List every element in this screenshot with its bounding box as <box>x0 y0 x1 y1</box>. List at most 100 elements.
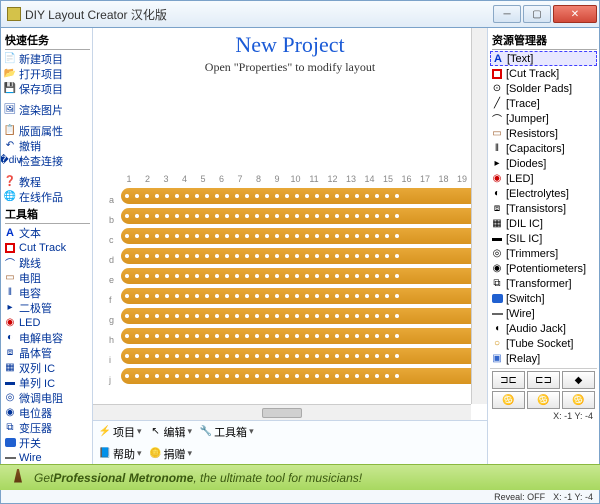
trim-icon: ◎ <box>491 248 503 260</box>
left-sidebar: 快速任务 📄新建项目📂打开项目💾保存项目🖼渲染图片📋版面属性↶撤销�div检查连… <box>1 28 93 464</box>
resource-item-13[interactable]: ◎[Trimmers] <box>490 246 597 261</box>
resource-item-16[interactable]: [Switch] <box>490 291 597 306</box>
tool-item-0[interactable]: A文本 <box>3 225 90 240</box>
resource-item-2[interactable]: ⊙[Solder Pads] <box>490 81 597 96</box>
resource-item-18[interactable]: ◖[Audio Jack] <box>490 321 597 336</box>
maximize-button[interactable]: ▢ <box>523 5 551 23</box>
tool-item-1[interactable]: Cut Track <box>3 240 90 255</box>
row-labels: abcdefghij <box>109 190 114 390</box>
tool-item-2[interactable]: ⌒跳线 <box>3 255 90 270</box>
trace-icon: ╱ <box>491 98 503 110</box>
quick-item-4[interactable]: 📋版面属性 <box>3 123 90 138</box>
tool-label: 双列 IC <box>19 360 55 376</box>
board-row[interactable] <box>121 208 483 224</box>
jumper-icon: ⌒ <box>491 113 503 125</box>
close-button[interactable]: ✕ <box>553 5 597 23</box>
resource-item-6[interactable]: ‖[Capacitors] <box>490 141 597 156</box>
scroll-thumb[interactable] <box>262 408 302 418</box>
tool-label: 开关 <box>19 435 41 451</box>
board-row[interactable] <box>121 348 483 364</box>
resource-item-15[interactable]: ⧉[Transformer] <box>490 276 597 291</box>
board-row[interactable] <box>121 188 483 204</box>
tool-label: 电容 <box>19 285 41 301</box>
quick-item-7[interactable]: ❓教程 <box>3 174 90 189</box>
coord-status: X: -1 Y: -4 <box>553 492 593 502</box>
quick-label: 渲染图片 <box>19 102 63 118</box>
minimize-button[interactable]: ─ <box>493 5 521 23</box>
toolbar-group-2[interactable]: 🔧工具箱▾ <box>200 424 254 440</box>
toolbar-group-0[interactable]: ⚡项目▾ <box>99 424 142 440</box>
resource-item-14[interactable]: ◉[Potentiometers] <box>490 261 597 276</box>
res-icon: ▭ <box>4 272 16 284</box>
tool-item-15[interactable]: Wire <box>3 450 90 464</box>
board-row[interactable] <box>121 248 483 264</box>
tool-item-11[interactable]: ◎微调电阻 <box>3 390 90 405</box>
tool-item-14[interactable]: 开关 <box>3 435 90 450</box>
board-row[interactable] <box>121 228 483 244</box>
ctrl-btn-r2-1[interactable]: ♋ <box>527 391 560 409</box>
tool-item-8[interactable]: ⧈晶体管 <box>3 345 90 360</box>
tool-label: Cut Track <box>19 242 66 254</box>
toolbar-group-3[interactable]: 📘帮助▾ <box>99 446 142 462</box>
project-title: New Project <box>93 32 487 58</box>
resource-item-17[interactable]: [Wire] <box>490 306 597 321</box>
resource-item-20[interactable]: ▣[Relay] <box>490 351 597 366</box>
resource-item-9[interactable]: ◐[Electrolytes] <box>490 186 597 201</box>
cut-icon <box>4 242 16 254</box>
tool-item-12[interactable]: ◉电位器 <box>3 405 90 420</box>
dil-icon: ▦ <box>491 218 503 230</box>
tool-item-13[interactable]: ⧉变压器 <box>3 420 90 435</box>
tool-item-10[interactable]: ▬单列 IC <box>3 375 90 390</box>
sil-icon: ▬ <box>4 377 16 389</box>
resource-item-1[interactable]: [Cut Track] <box>490 66 597 81</box>
board-row[interactable] <box>121 288 483 304</box>
relay-icon: ▣ <box>491 353 503 365</box>
quick-item-3[interactable]: 🖼渲染图片 <box>3 102 90 117</box>
tool-item-5[interactable]: ▸二极管 <box>3 300 90 315</box>
project-subtitle: Open "Properties" to modify layout <box>93 60 487 75</box>
toolbar-label: 编辑 <box>164 424 186 440</box>
folder-icon: 📂 <box>4 68 16 80</box>
text-icon: A <box>4 227 16 239</box>
tool-item-4[interactable]: ‖电容 <box>3 285 90 300</box>
stripboard[interactable] <box>121 188 483 388</box>
resource-item-10[interactable]: ⧈[Transistors] <box>490 201 597 216</box>
board-row[interactable] <box>121 328 483 344</box>
quick-item-0[interactable]: 📄新建项目 <box>3 51 90 66</box>
vertical-scrollbar[interactable] <box>471 28 487 404</box>
resource-item-19[interactable]: ○[Tube Socket] <box>490 336 597 351</box>
resource-item-12[interactable]: ▬[SIL IC] <box>490 231 597 246</box>
resource-label: [Relay] <box>506 353 540 365</box>
promo-banner[interactable]: Get Professional Metronome , the ultimat… <box>0 464 600 490</box>
resource-item-11[interactable]: ▦[DIL IC] <box>490 216 597 231</box>
quick-item-6[interactable]: �div检查连接 <box>3 153 90 168</box>
quick-item-5[interactable]: ↶撤销 <box>3 138 90 153</box>
ctrl-btn-r2-0[interactable]: ♋ <box>492 391 525 409</box>
board-row[interactable] <box>121 368 483 384</box>
resource-item-3[interactable]: ╱[Trace] <box>490 96 597 111</box>
tool-item-7[interactable]: ◐电解电容 <box>3 330 90 345</box>
resource-item-4[interactable]: ⌒[Jumper] <box>490 111 597 126</box>
resource-item-0[interactable]: A[Text] <box>490 51 597 66</box>
board-row[interactable] <box>121 268 483 284</box>
toolbar-group-4[interactable]: 🪙捐赠▾ <box>150 446 193 462</box>
horizontal-scrollbar[interactable] <box>93 404 471 420</box>
ctrl-btn-r1-2[interactable]: ◆ <box>562 371 595 389</box>
tool-item-6[interactable]: ◉LED <box>3 315 90 330</box>
ctrl-btn-r1-1[interactable]: ⊏⊐ <box>527 371 560 389</box>
board-row[interactable] <box>121 308 483 324</box>
tool-item-3[interactable]: ▭电阻 <box>3 270 90 285</box>
tool-item-9[interactable]: ▦双列 IC <box>3 360 90 375</box>
resource-item-5[interactable]: ▭[Resistors] <box>490 126 597 141</box>
resource-item-8[interactable]: ◉[LED] <box>490 171 597 186</box>
ctrl-btn-r1-0[interactable]: ⊐⊏ <box>492 371 525 389</box>
quick-item-8[interactable]: 🌐在线作品 <box>3 189 90 204</box>
canvas[interactable]: New Project Open "Properties" to modify … <box>93 28 487 420</box>
quick-item-2[interactable]: 💾保存项目 <box>3 81 90 96</box>
resource-item-7[interactable]: ▸[Diodes] <box>490 156 597 171</box>
app-icon <box>7 7 21 21</box>
ctrl-btn-r2-2[interactable]: ♋ <box>562 391 595 409</box>
toolbar-group-1[interactable]: ↖编辑▾ <box>150 424 193 440</box>
pot-icon: ◉ <box>491 263 503 275</box>
quick-item-1[interactable]: 📂打开项目 <box>3 66 90 81</box>
